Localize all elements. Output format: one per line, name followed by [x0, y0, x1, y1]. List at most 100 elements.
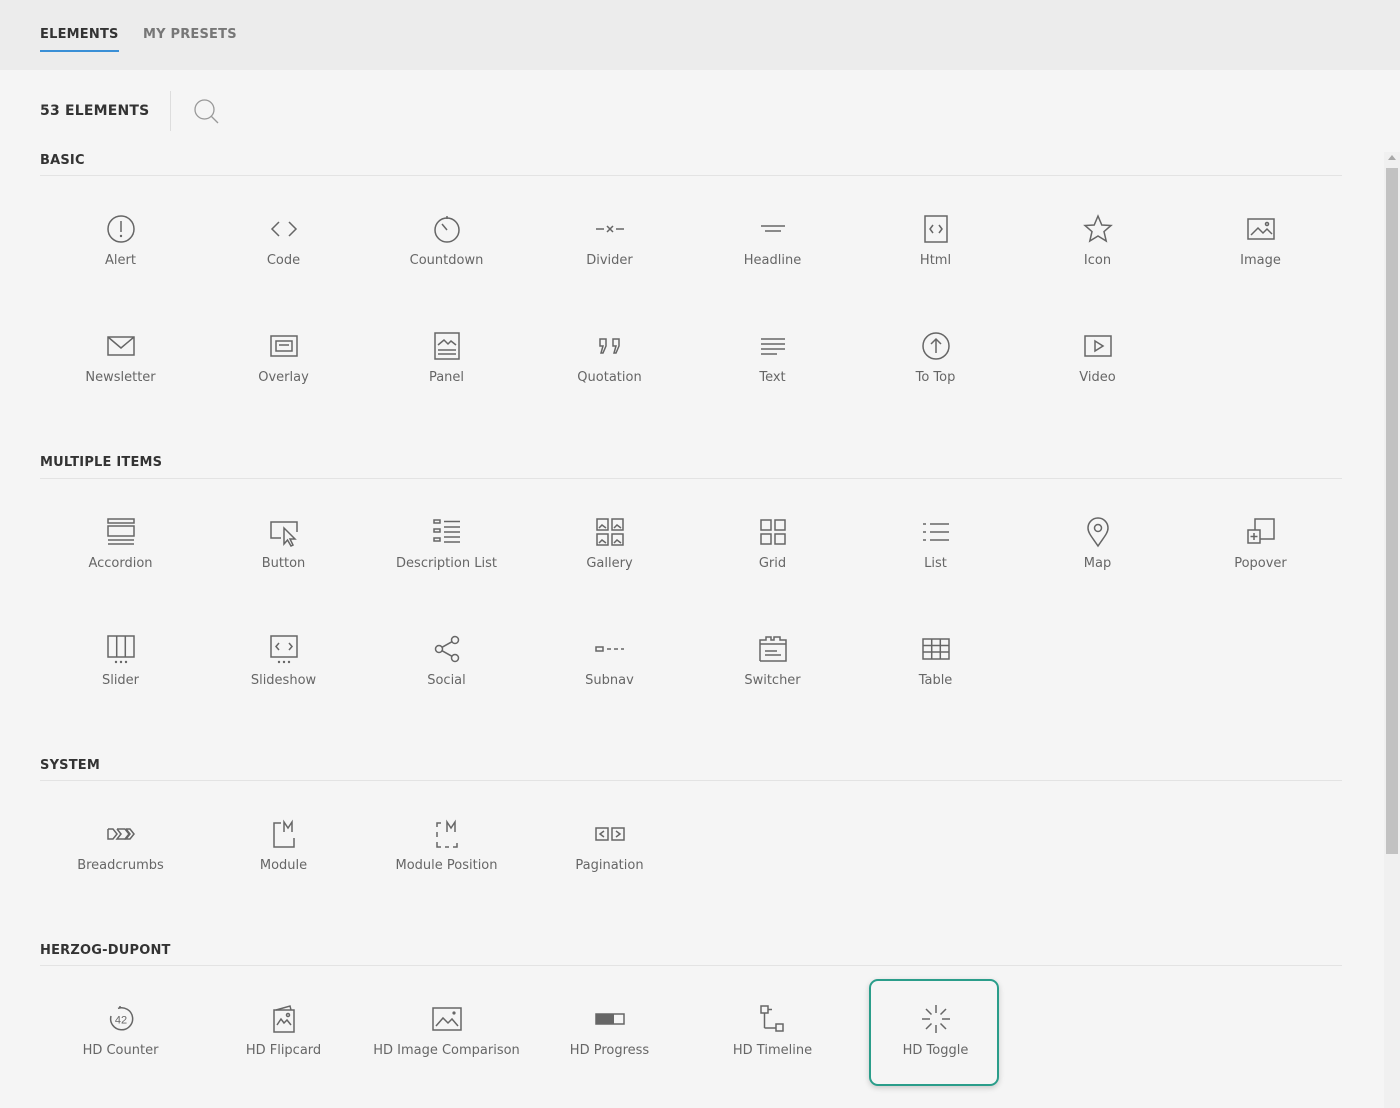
tab-my-presets[interactable]: MY PRESETS: [143, 27, 237, 50]
element-item-icon[interactable]: Icon: [1016, 213, 1179, 313]
section-divider: [40, 780, 1342, 781]
element-item-label: Icon: [1083, 253, 1112, 268]
element-item-label: Html: [919, 253, 952, 268]
element-item-popover[interactable]: Popover: [1179, 516, 1342, 616]
switcher-icon: [759, 636, 787, 662]
element-item-label: Subnav: [585, 673, 634, 688]
element-item-headline[interactable]: Headline: [691, 213, 854, 313]
text-icon: [761, 338, 785, 355]
section-divider: [40, 965, 1342, 966]
element-item-map[interactable]: Map: [1016, 516, 1179, 616]
element-item-label: Map: [1083, 556, 1112, 571]
element-item-social[interactable]: Social: [365, 633, 528, 733]
element-item-label: Module: [259, 858, 308, 873]
envelope-icon: [107, 336, 135, 356]
element-item-to-top[interactable]: To Top: [854, 330, 1017, 430]
scrollbar[interactable]: [1384, 152, 1400, 1108]
element-item-video[interactable]: Video: [1016, 330, 1179, 430]
element-item-alert[interactable]: Alert: [39, 213, 202, 313]
element-item-label: HD Flipcard: [245, 1043, 322, 1058]
html-icon: [924, 215, 948, 243]
element-item-divider[interactable]: Divider: [528, 213, 691, 313]
elements-count: 53 ELEMENTS: [40, 103, 150, 119]
element-item-subnav[interactable]: Subnav: [528, 633, 691, 733]
element-item-text[interactable]: Text: [691, 330, 854, 430]
element-item-hd-counter[interactable]: 42 HD Counter: [39, 1003, 202, 1103]
element-item-slideshow[interactable]: Slideshow: [202, 633, 365, 733]
element-item-newsletter[interactable]: Newsletter: [39, 330, 202, 430]
element-item-label: To Top: [915, 370, 956, 385]
toolbar-divider: [170, 91, 171, 131]
element-item-accordion[interactable]: Accordion: [39, 516, 202, 616]
tab-bar: ELEMENTS MY PRESETS: [0, 0, 1400, 70]
element-item-module[interactable]: Module: [202, 818, 365, 918]
element-item-label: Social: [427, 673, 466, 688]
element-item-slider[interactable]: Slider: [39, 633, 202, 733]
tab-elements[interactable]: ELEMENTS: [40, 27, 119, 52]
element-item-panel[interactable]: Panel: [365, 330, 528, 430]
scroll-up-arrow-icon[interactable]: [1388, 155, 1396, 160]
section-divider: [40, 478, 1342, 479]
element-item-breadcrumbs[interactable]: Breadcrumbs: [39, 818, 202, 918]
element-item-html[interactable]: Html: [854, 213, 1017, 313]
timeline-icon: [760, 1005, 784, 1032]
subnav-icon: [595, 646, 624, 652]
element-item-label: Image: [1240, 253, 1281, 268]
button-icon: [270, 521, 298, 547]
section-title: SYSTEM: [40, 758, 101, 773]
element-item-label: HD Counter: [82, 1043, 159, 1058]
element-item-hd-image-comparison[interactable]: HD Image Comparison: [365, 1003, 528, 1103]
list-icon: [923, 523, 949, 541]
element-item-image[interactable]: Image: [1179, 213, 1342, 313]
element-item-label: HD Timeline: [732, 1043, 813, 1058]
element-item-label: Pagination: [575, 858, 644, 873]
video-icon: [1084, 335, 1112, 357]
image-icon: [1247, 218, 1275, 240]
element-item-label: Code: [266, 253, 301, 268]
quotation-icon: [599, 338, 620, 354]
element-item-hd-flipcard[interactable]: HD Flipcard: [202, 1003, 365, 1103]
divider-icon: [596, 225, 624, 233]
element-item-list[interactable]: List: [854, 516, 1017, 616]
pagination-icon: [595, 827, 625, 841]
element-item-pagination[interactable]: Pagination: [528, 818, 691, 918]
element-item-table[interactable]: Table: [854, 633, 1017, 733]
headline-icon: [761, 225, 785, 232]
popover-icon: [1247, 518, 1275, 544]
element-item-label: Countdown: [409, 253, 484, 268]
element-item-grid[interactable]: Grid: [691, 516, 854, 616]
element-item-hd-timeline[interactable]: HD Timeline: [691, 1003, 854, 1103]
element-item-label: HD Image Comparison: [373, 1043, 520, 1058]
element-item-label: Slider: [101, 673, 140, 688]
element-item-label: Overlay: [258, 370, 309, 385]
element-item-gallery[interactable]: Gallery: [528, 516, 691, 616]
element-item-label: HD Progress: [569, 1043, 650, 1058]
description-list-icon: [433, 519, 460, 543]
section-title: BASIC: [40, 153, 85, 168]
element-item-code[interactable]: Code: [202, 213, 365, 313]
search-icon: [194, 99, 219, 124]
gallery-icon: [596, 518, 624, 546]
progress-icon: [595, 1013, 625, 1025]
element-item-hd-progress[interactable]: HD Progress: [528, 1003, 691, 1103]
element-item-button[interactable]: Button: [202, 516, 365, 616]
element-item-label: Grid: [758, 556, 787, 571]
element-item-overlay[interactable]: Overlay: [202, 330, 365, 430]
element-item-countdown[interactable]: Countdown: [365, 213, 528, 313]
scroll-thumb[interactable]: [1386, 168, 1398, 854]
element-item-label: Text: [759, 370, 786, 385]
element-item-hd-toggle[interactable]: HD Toggle: [854, 1003, 1017, 1103]
element-item-module-position[interactable]: Module Position: [365, 818, 528, 918]
element-item-label: Table: [918, 673, 953, 688]
element-item-switcher[interactable]: Switcher: [691, 633, 854, 733]
element-item-quotation[interactable]: Quotation: [528, 330, 691, 430]
countdown-icon: [434, 216, 460, 243]
element-item-label: Panel: [428, 370, 465, 385]
element-item-description-list[interactable]: Description List: [365, 516, 528, 616]
arrow-up-circle-icon: [922, 332, 950, 360]
search-button[interactable]: [192, 97, 220, 125]
map-pin-icon: [1087, 517, 1109, 548]
section-title: HERZOG-DUPONT: [40, 943, 171, 958]
counter-icon: 42: [109, 1006, 134, 1031]
element-item-label: Breadcrumbs: [77, 858, 164, 873]
